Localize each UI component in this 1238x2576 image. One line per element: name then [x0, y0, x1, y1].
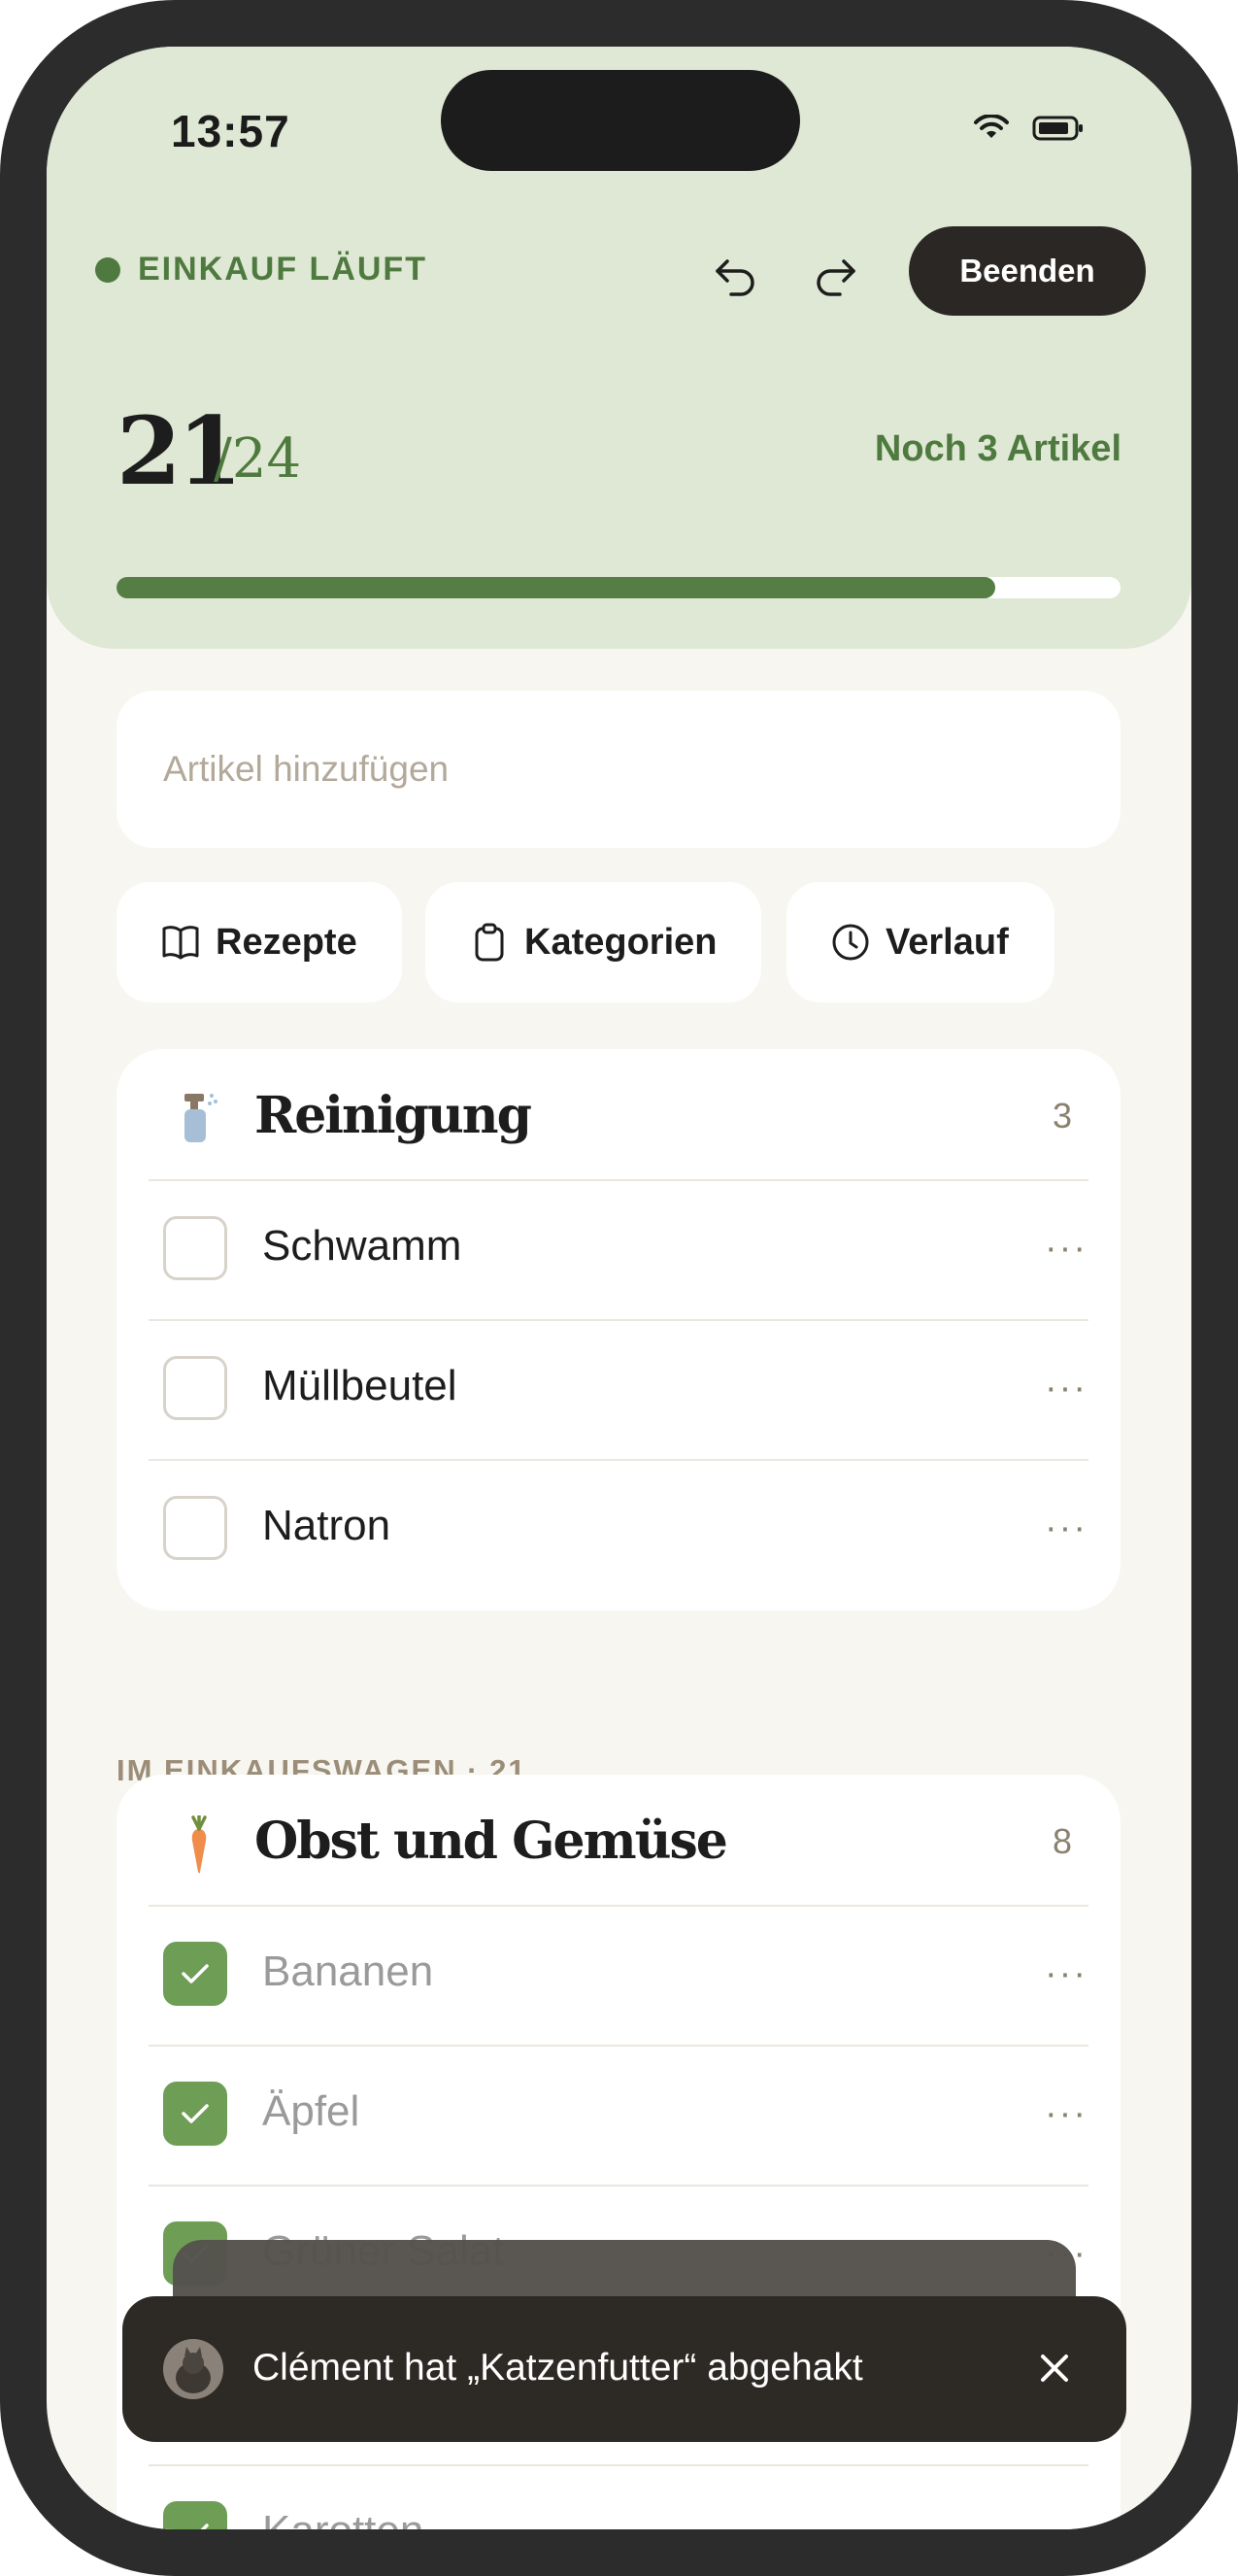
list-item[interactable]: Natron ··· — [117, 1459, 1121, 1599]
carrot-icon — [191, 1815, 207, 1874]
more-icon[interactable]: ··· — [1045, 1228, 1087, 1270]
item-checkbox[interactable] — [163, 1942, 227, 2006]
undo-icon — [716, 259, 754, 296]
more-icon[interactable]: ··· — [1045, 1508, 1087, 1549]
progress-fill — [117, 577, 995, 598]
avatar — [163, 2339, 223, 2399]
item-label: Karotten — [262, 2507, 423, 2529]
more-icon[interactable]: ··· — [1045, 2513, 1087, 2529]
status-time: 13:57 — [171, 106, 290, 156]
category-title: Obst und Gemüse — [254, 1812, 728, 1871]
close-icon[interactable] — [1031, 2345, 1078, 2391]
item-label: Äpfel — [262, 2087, 360, 2135]
check-icon — [182, 2104, 209, 2123]
progress-bar — [117, 577, 1121, 598]
activity-toast: Clément hat „Katzenfutter“ abgehakt — [122, 2296, 1126, 2442]
clock-icon — [832, 924, 869, 961]
shopping-status: EINKAUF LÄUFT — [95, 251, 427, 288]
item-checkbox[interactable] — [163, 2501, 227, 2529]
item-label: Natron — [262, 1502, 391, 1549]
redo-icon — [817, 259, 855, 296]
item-checkbox[interactable] — [163, 1356, 227, 1420]
recipes-chip[interactable]: Rezepte — [117, 882, 402, 1002]
category-count: 3 — [1052, 1096, 1072, 1135]
more-icon[interactable]: ··· — [1045, 1953, 1087, 1995]
status-dot — [95, 256, 120, 283]
app-screen: 13:57 EINKAUF LÄUFT Beenden 21 /24 Noch … — [47, 47, 1191, 2529]
book-icon — [162, 926, 199, 960]
status-icons — [974, 115, 1085, 142]
finish-button[interactable]: Beenden — [909, 226, 1146, 316]
categories-chip[interactable]: Kategorien — [425, 882, 761, 1002]
list-item[interactable]: Äpfel ··· — [117, 2045, 1121, 2185]
spray-bottle-icon — [184, 1094, 217, 1142]
dynamic-island — [441, 70, 800, 171]
recipes-chip-label: Rezepte — [216, 921, 357, 963]
check-icon — [182, 1964, 209, 1983]
list-item[interactable]: Bananen ··· — [117, 1905, 1121, 2045]
more-icon[interactable]: ··· — [1045, 2093, 1087, 2135]
category-header: Obst und Gemüse 8 — [117, 1775, 1121, 1905]
more-icon[interactable]: ··· — [1045, 1368, 1087, 1409]
list-item[interactable]: Karotten ··· — [117, 2464, 1121, 2529]
category-card-reinigung: Reinigung 3 Schwamm ··· Müllbeutel ··· N… — [117, 1049, 1121, 1610]
undo-button[interactable] — [701, 241, 769, 309]
category-title: Reinigung — [254, 1086, 532, 1145]
battery-icon — [1032, 116, 1083, 141]
categories-chip-label: Kategorien — [524, 921, 718, 963]
list-item[interactable]: Schwamm ··· — [117, 1179, 1121, 1319]
item-checkbox[interactable] — [163, 1216, 227, 1280]
item-label: Bananen — [262, 1948, 434, 1995]
history-chip-label: Verlauf — [886, 921, 1009, 963]
add-item-input[interactable] — [117, 691, 1121, 848]
list-item[interactable]: Müllbeutel ··· — [117, 1319, 1121, 1459]
check-icon — [200, 2524, 209, 2529]
clipboard-icon — [475, 923, 504, 962]
total-count: /24 — [214, 427, 302, 491]
category-count: 8 — [1052, 1821, 1072, 1861]
item-checkbox[interactable] — [163, 1496, 227, 1560]
remaining-label: Noch 3 Artikel — [874, 428, 1121, 469]
history-chip[interactable]: Verlauf — [786, 882, 1054, 1002]
status-label: EINKAUF LÄUFT — [138, 251, 427, 288]
wifi-icon — [974, 115, 1009, 138]
redo-button[interactable] — [802, 241, 870, 309]
item-label: Schwamm — [262, 1222, 462, 1270]
item-label: Müllbeutel — [262, 1362, 457, 1409]
category-header: Reinigung 3 — [117, 1049, 1121, 1179]
phone-frame: 13:57 EINKAUF LÄUFT Beenden 21 /24 Noch … — [0, 0, 1238, 2576]
toast-message: Clément hat „Katzenfutter“ abgehakt — [252, 2347, 863, 2389]
item-checkbox[interactable] — [163, 2082, 227, 2146]
